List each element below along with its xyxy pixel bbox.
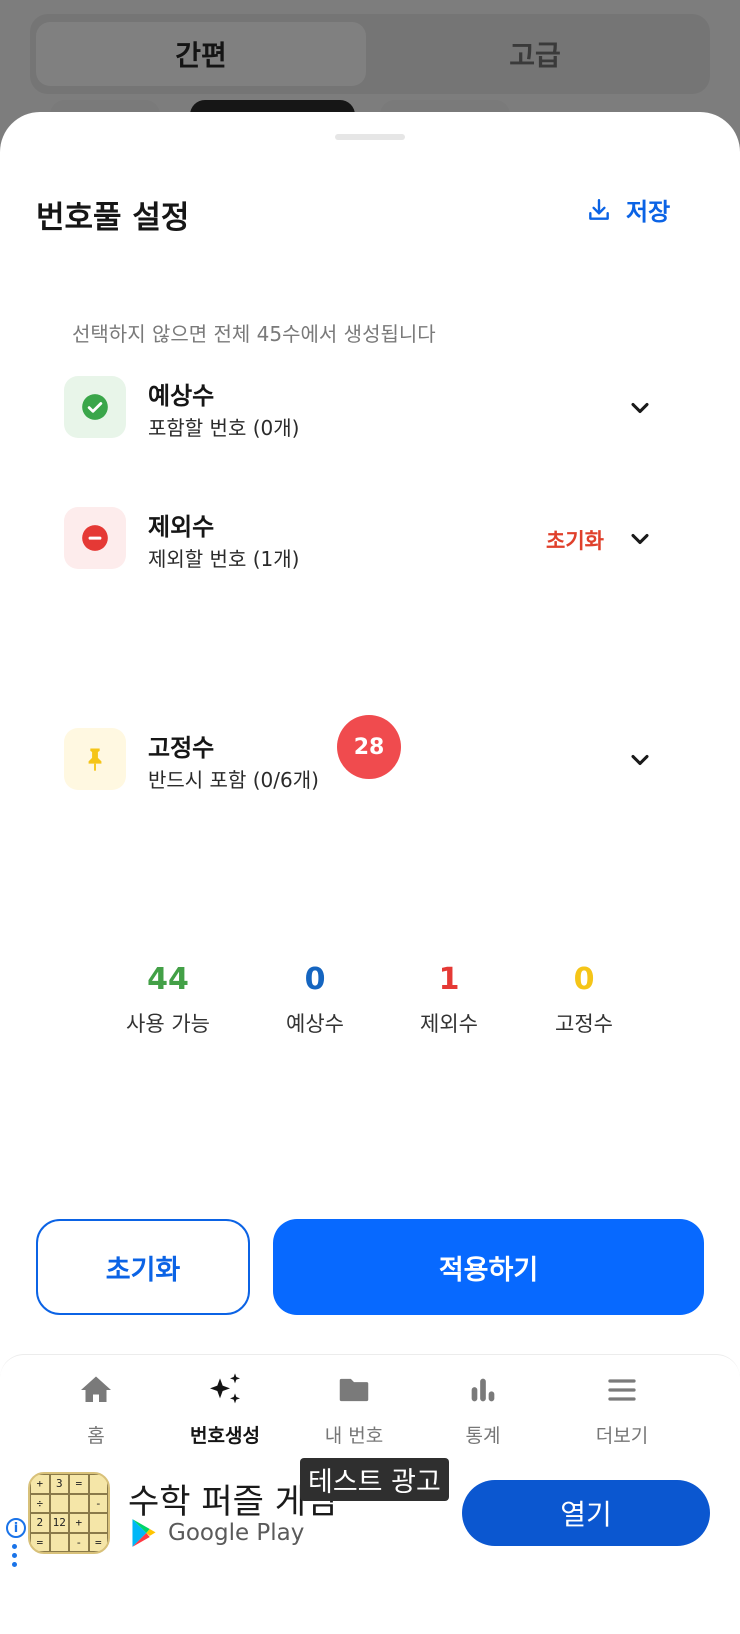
home-icon	[81, 1376, 111, 1402]
stat-fixed: 0 고정수	[504, 960, 664, 1038]
fixed-numbers-row[interactable]: 고정수 반드시 포함 (0/6개)	[64, 728, 684, 792]
stat-available: 44 사용 가능	[88, 960, 248, 1038]
row-subtitle: 포함할 번호 (0개)	[148, 416, 300, 440]
google-play-badge: Google Play	[130, 1518, 304, 1548]
ad-more-icon[interactable]	[12, 1544, 18, 1571]
test-ad-label: 테스트 광고	[300, 1458, 449, 1501]
save-label: 저장	[626, 198, 671, 226]
chevron-down-icon[interactable]	[626, 525, 654, 553]
nav-item-stats[interactable]: 통계	[418, 1367, 548, 1448]
ad-banner[interactable]: i +3 = ÷ - 2 12 + = - = 수학 퍼즐 게임 테스트 광고 Google…	[0, 1458, 740, 1634]
folder-icon	[339, 1378, 369, 1402]
hint-text: 선택하지 않으면 전체 45수에서 생성됩니다	[72, 322, 436, 346]
nav-item-home[interactable]: 홈	[31, 1367, 161, 1448]
predicted-icon-box	[64, 376, 126, 438]
store-name: Google Play	[168, 1520, 305, 1546]
number-pool-sheet: 번호풀 설정 저장 선택하지 않으면 전체 45수에서 생성됩니다 예상수 포함…	[0, 112, 740, 1402]
stat-value: 44	[147, 962, 189, 997]
row-title: 제외수	[148, 513, 215, 541]
chevron-down-icon[interactable]	[626, 394, 654, 422]
mode-segmented-control: 간편 고급	[30, 14, 710, 94]
fixed-icon-box	[64, 728, 126, 790]
ad-app-icon: +3 = ÷ - 2 12 + = - =	[28, 1472, 110, 1554]
nav-label: 더보기	[595, 1425, 649, 1447]
excluded-reset-link[interactable]: 초기화	[546, 525, 604, 555]
apply-button[interactable]: 적용하기	[273, 1219, 704, 1315]
nav-item-my-numbers[interactable]: 내 번호	[289, 1367, 419, 1448]
reset-button[interactable]: 초기화	[36, 1219, 250, 1315]
stat-value: 0	[573, 962, 595, 997]
bottom-nav: 홈 번호생성 내 번호 통계 더보기	[0, 1354, 740, 1458]
chevron-down-icon[interactable]	[626, 746, 654, 774]
ad-open-button[interactable]: 열기	[462, 1480, 710, 1546]
drag-handle[interactable]	[335, 134, 405, 140]
nav-label: 내 번호	[324, 1425, 384, 1447]
bar-chart-icon	[471, 1378, 495, 1402]
save-button[interactable]: 저장	[586, 192, 670, 227]
row-subtitle: 반드시 포함 (0/6개)	[148, 768, 319, 792]
row-subtitle: 제외할 번호 (1개)	[148, 547, 300, 571]
excluded-icon-box	[64, 507, 126, 569]
row-title: 예상수	[148, 382, 215, 410]
nav-item-more[interactable]: 더보기	[557, 1367, 687, 1448]
sheet-title: 번호풀 설정	[36, 200, 190, 236]
nav-label: 번호생성	[190, 1425, 260, 1447]
tab-simple[interactable]: 간편	[36, 22, 366, 86]
sparkle-icon	[210, 1373, 240, 1404]
stat-label: 고정수	[555, 1012, 613, 1036]
excluded-numbers-row[interactable]: 제외수 제외할 번호 (1개) 초기화	[64, 507, 684, 571]
nav-item-generate[interactable]: 번호생성	[160, 1367, 290, 1448]
google-play-icon	[132, 1519, 156, 1547]
nav-label: 홈	[87, 1425, 105, 1447]
menu-icon	[608, 1379, 636, 1401]
predicted-numbers-row[interactable]: 예상수 포함할 번호 (0개)	[64, 376, 684, 440]
tab-advanced[interactable]: 고급	[370, 22, 700, 86]
row-title: 고정수	[148, 734, 215, 762]
check-circle-icon	[82, 394, 108, 420]
nav-label: 통계	[465, 1425, 501, 1447]
minus-circle-icon	[82, 525, 108, 551]
stat-label: 사용 가능	[126, 1012, 210, 1036]
ad-info-icon[interactable]: i	[6, 1518, 26, 1538]
pin-icon	[88, 748, 102, 771]
download-icon	[589, 198, 609, 220]
